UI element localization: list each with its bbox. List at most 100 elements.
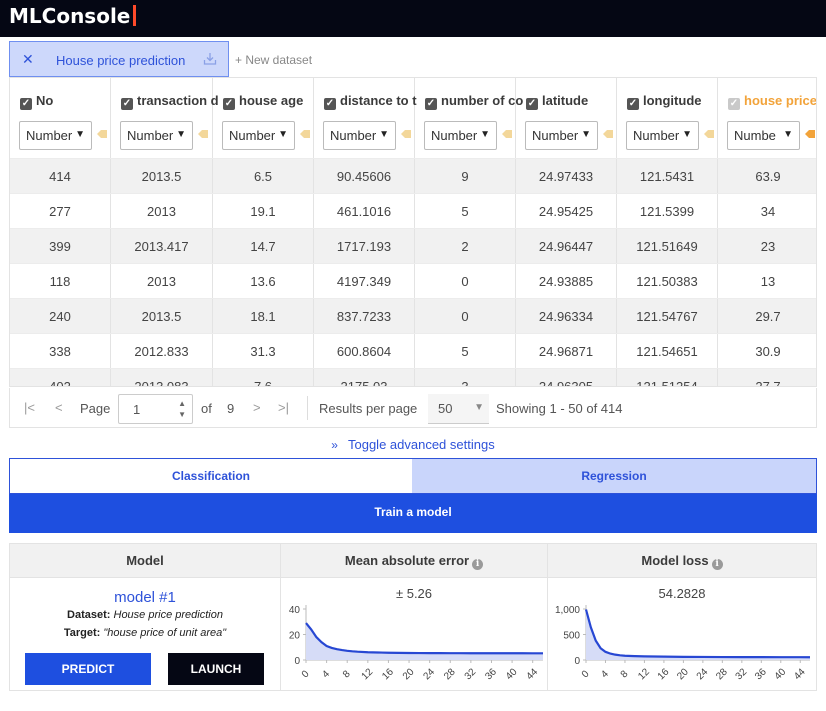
toggle-advanced-settings[interactable]: » Toggle advanced settings — [0, 437, 826, 452]
table-row[interactable]: 277 2013 19.1 461.1016 5 24.95425 121.5399 34 — [10, 193, 816, 229]
train-model-button[interactable]: Train a model — [9, 494, 817, 533]
prev-page-icon[interactable]: < — [55, 400, 63, 415]
x-tick-label: 8 — [341, 668, 353, 680]
checkbox-icon[interactable]: ✓ — [728, 98, 740, 110]
table-cell: 24.96305 — [516, 369, 617, 386]
checkbox-icon[interactable]: ✓ — [324, 98, 336, 110]
table-cell: 6.5 — [213, 159, 314, 194]
last-page-icon[interactable]: >| — [278, 400, 289, 415]
tag-icon[interactable] — [96, 129, 108, 139]
checkbox-icon[interactable]: ✓ — [526, 98, 538, 110]
dataset-tabs: ✕ House price prediction + New dataset — [9, 41, 819, 77]
column-type-select[interactable]: Number ▼ — [323, 121, 396, 150]
chevron-down-icon: ▼ — [73, 129, 85, 140]
column-label[interactable]: ✓ latitude — [526, 93, 588, 110]
checkbox-icon[interactable]: ✓ — [425, 98, 437, 110]
page-input[interactable]: 1 ▲ ▼ — [118, 394, 193, 424]
column-name: house age — [239, 93, 304, 108]
column-type-select[interactable]: Number ▼ — [222, 121, 295, 150]
column-label[interactable]: ✓ distance to t — [324, 93, 417, 110]
x-tick-label: 36 — [753, 666, 769, 682]
table-row[interactable]: 402 2013.083 7.6 2175.03 3 24.96305 121.51254 2… — [10, 368, 816, 387]
table-row[interactable]: 338 2012.833 31.3 600.8604 5 24.96871 121.5465… — [10, 333, 816, 369]
column-type-select[interactable]: Number ▼ — [626, 121, 699, 150]
tab-classification[interactable]: Classification — [10, 459, 412, 493]
table-cell: 24.96447 — [516, 229, 617, 264]
column-label[interactable]: ✓ number of co — [425, 93, 523, 110]
rpp-label: Results per page — [319, 401, 418, 416]
first-page-icon[interactable]: |< — [24, 400, 35, 415]
table-cell: 0 — [415, 299, 516, 334]
launch-button[interactable]: LAUNCH — [168, 653, 264, 685]
column-name: transaction d — [137, 93, 219, 108]
column-name: number of co — [441, 93, 524, 108]
model-name-link[interactable]: model #1 — [10, 589, 280, 606]
chevron-down-icon: ▼ — [377, 129, 389, 140]
column-label[interactable]: ✓ longitude — [627, 93, 702, 110]
column-type-value: Numbe — [734, 128, 776, 143]
dataset-tab-active[interactable]: ✕ House price prediction — [9, 41, 229, 77]
x-tick-label: 0 — [580, 668, 592, 680]
y-tick-label: 40 — [289, 605, 301, 616]
table-cell: 402 — [10, 369, 111, 386]
info-icon[interactable]: i — [472, 559, 484, 570]
x-tick-label: 32 — [463, 666, 479, 682]
next-page-icon[interactable]: > — [253, 400, 261, 415]
table-cell: 29.7 — [755, 309, 781, 324]
rpp-select[interactable]: 50 ▼ — [428, 394, 489, 424]
new-dataset-button[interactable]: + New dataset — [235, 53, 312, 67]
table-row[interactable]: 414 2013.5 6.5 90.45606 9 24.97433 121.5431 63.… — [10, 158, 816, 194]
stepper-icon[interactable]: ▲ ▼ — [178, 398, 186, 420]
tag-icon[interactable] — [804, 129, 816, 139]
column-type-value: Number — [633, 128, 680, 143]
info-icon[interactable]: i — [711, 559, 723, 570]
table-cell: 13.6 — [213, 264, 314, 299]
table-row[interactable]: 118 2013 13.6 4197.349 0 24.93885 121.50383 13 — [10, 263, 816, 299]
tag-icon[interactable] — [400, 129, 412, 139]
model-header: Model — [10, 544, 281, 578]
checkbox-icon[interactable]: ✓ — [223, 98, 235, 110]
x-tick-label: 24 — [421, 666, 437, 682]
table-cell: 18.1 — [213, 299, 314, 334]
column-header: ✓ transaction d Number ▼ — [111, 78, 219, 158]
chevron-down-icon: ▼ — [276, 129, 288, 140]
x-tick-label: 4 — [320, 668, 332, 680]
x-tick-label: 12 — [360, 666, 376, 682]
download-icon[interactable] — [203, 52, 217, 66]
checkbox-icon[interactable]: ✓ — [627, 98, 639, 110]
tag-icon[interactable] — [299, 129, 311, 139]
predict-button[interactable]: PREDICT — [25, 653, 151, 685]
x-tick-label: 28 — [442, 666, 458, 682]
table-row[interactable]: 240 2013.5 18.1 837.7233 0 24.96334 121.54767 2… — [10, 298, 816, 334]
checkbox-icon[interactable]: ✓ — [20, 98, 32, 110]
column-label[interactable]: ✓ house age — [223, 93, 303, 110]
column-label[interactable]: ✓ No — [20, 93, 53, 110]
table-cell: 121.51254 — [617, 369, 718, 386]
tag-icon[interactable] — [197, 129, 209, 139]
tab-regression[interactable]: Regression — [412, 459, 816, 493]
checkbox-icon[interactable]: ✓ — [121, 98, 133, 110]
column-type-select[interactable]: Numbe ▼ — [727, 121, 800, 150]
table-cell: 2013.5 — [111, 299, 213, 334]
column-type-select[interactable]: Number ▼ — [120, 121, 193, 150]
column-type-select[interactable]: Number ▼ — [19, 121, 92, 150]
column-type-select[interactable]: Number ▼ — [525, 121, 598, 150]
tag-icon[interactable] — [703, 129, 715, 139]
column-label[interactable]: ✓ transaction d — [121, 93, 219, 110]
column-type-select[interactable]: Number ▼ — [424, 121, 497, 150]
column-label[interactable]: ✓ house price — [728, 93, 816, 110]
tag-icon[interactable] — [501, 129, 513, 139]
table-cell: 2012.833 — [111, 334, 213, 369]
mae-chart: 020400 4 8 12 16 20 24 28 32 36 40 44 — [289, 605, 543, 682]
table-row[interactable]: 399 2013.417 14.7 1717.193 2 24.96447 121.5164… — [10, 228, 816, 264]
table-cell: 121.50383 — [617, 264, 718, 299]
table-cell: 27.7 — [755, 379, 781, 387]
app-logo[interactable]: MLConsole — [9, 4, 137, 28]
chevron-down-icon: ▼ — [474, 402, 484, 413]
x-tick-label: 0 — [300, 668, 312, 680]
tag-icon[interactable] — [602, 129, 614, 139]
series-line — [584, 609, 811, 659]
table-cell: 30.9 — [755, 344, 781, 359]
chevron-down-icon: ▼ — [781, 129, 793, 140]
close-icon[interactable]: ✕ — [22, 51, 34, 68]
